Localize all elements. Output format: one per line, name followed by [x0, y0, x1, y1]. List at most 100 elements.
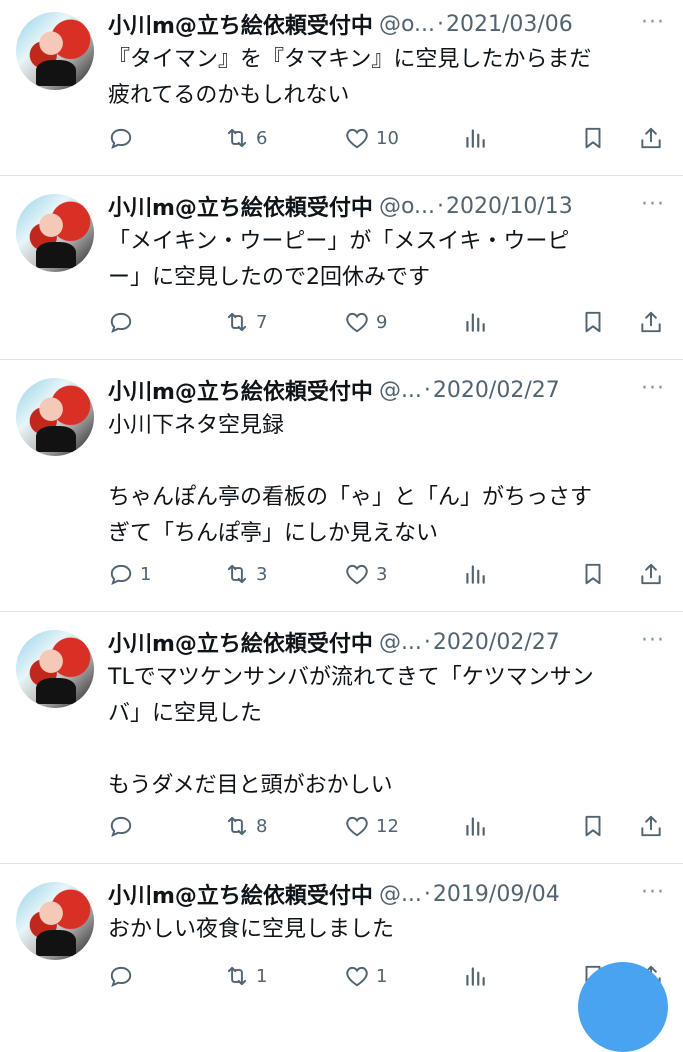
reply-count: 1: [140, 563, 152, 585]
retweet-icon: [227, 966, 247, 986]
retweet-icon: [227, 128, 247, 148]
user-handle[interactable]: @...: [379, 378, 422, 403]
retweet-icon: [227, 816, 247, 836]
share-icon: [641, 815, 661, 837]
retweet-icon: [227, 564, 247, 584]
bookmark-button[interactable]: [580, 558, 606, 590]
share-icon: [641, 563, 661, 585]
like-count: 1: [376, 965, 388, 987]
tweet-date[interactable]: 2020/02/27: [433, 378, 560, 403]
reply-icon: [110, 966, 132, 988]
like-button[interactable]: 12: [344, 810, 399, 842]
action-bar: 6 10: [108, 122, 668, 154]
avatar[interactable]: [16, 12, 94, 90]
like-button[interactable]: 3: [344, 558, 387, 590]
avatar[interactable]: [16, 378, 94, 456]
retweet-button[interactable]: 3: [224, 558, 267, 590]
like-count: 3: [376, 563, 388, 585]
tweet[interactable]: 小川m@立ち絵依頼受付中 @o...·2020/10/13 ··· 「メイキン・ウ…: [0, 176, 683, 360]
more-options-icon[interactable]: ···: [641, 192, 665, 217]
retweet-count: 6: [256, 127, 268, 149]
bookmark-icon: [585, 815, 601, 837]
reply-button[interactable]: [108, 306, 140, 338]
share-icon: [641, 127, 661, 149]
separator: ·: [423, 629, 431, 655]
display-name[interactable]: 小川m@立ち絵依頼受付中: [108, 626, 373, 658]
like-count: 12: [376, 815, 399, 837]
tweet[interactable]: 小川m@立ち絵依頼受付中 @...·2020/02/27 ··· 小川下ネタ空見録…: [0, 360, 683, 612]
reply-icon: [110, 312, 132, 334]
reply-button[interactable]: [108, 122, 140, 154]
more-options-icon[interactable]: ···: [641, 10, 665, 35]
tweet-date[interactable]: 2020/02/27: [433, 630, 560, 655]
views-button[interactable]: [462, 558, 488, 590]
share-button[interactable]: [638, 810, 664, 842]
tweet-date[interactable]: 2020/10/13: [446, 194, 573, 219]
bookmark-icon: [585, 127, 601, 149]
like-button[interactable]: 10: [344, 122, 399, 154]
tweet-text: 「メイキン・ウーピー」が「メスイキ・ウーピ ー」に空見したので2回休みです: [108, 229, 570, 290]
display-name[interactable]: 小川m@立ち絵依頼受付中: [108, 190, 373, 222]
retweet-button[interactable]: 8: [224, 810, 267, 842]
views-icon: [466, 313, 485, 332]
avatar[interactable]: [16, 630, 94, 708]
like-button[interactable]: 1: [344, 960, 387, 992]
compose-button[interactable]: [578, 962, 668, 1052]
retweet-count: 1: [256, 965, 268, 987]
tweet-header: 小川m@立ち絵依頼受付中 @o...·2021/03/06: [108, 8, 668, 40]
share-button[interactable]: [638, 122, 664, 154]
user-handle[interactable]: @o...: [379, 194, 435, 219]
user-handle[interactable]: @...: [379, 630, 422, 655]
views-button[interactable]: [462, 960, 488, 992]
bookmark-button[interactable]: [580, 810, 606, 842]
retweet-button[interactable]: 6: [224, 122, 267, 154]
bookmark-icon: [585, 563, 601, 585]
retweet-button[interactable]: 1: [224, 960, 267, 992]
like-icon: [346, 966, 368, 987]
tweet-date[interactable]: 2019/09/04: [433, 882, 560, 907]
reply-icon: [110, 128, 132, 150]
display-name[interactable]: 小川m@立ち絵依頼受付中: [108, 8, 373, 40]
reply-button[interactable]: [108, 810, 140, 842]
user-handle[interactable]: @o...: [379, 12, 435, 37]
like-icon: [346, 312, 368, 333]
action-bar: 8 12: [108, 810, 668, 842]
tweet[interactable]: 小川m@立ち絵依頼受付中 @o...·2021/03/06 ··· 『タイマン』を…: [0, 0, 683, 176]
tweet-date[interactable]: 2021/03/06: [446, 12, 573, 37]
retweet-count: 3: [256, 563, 268, 585]
like-button[interactable]: 9: [344, 306, 387, 338]
retweet-button[interactable]: 7: [224, 306, 267, 338]
bookmark-button[interactable]: [580, 306, 606, 338]
avatar[interactable]: [16, 882, 94, 960]
more-options-icon[interactable]: ···: [641, 880, 665, 905]
share-button[interactable]: [638, 558, 664, 590]
views-button[interactable]: [462, 306, 488, 338]
user-handle[interactable]: @...: [379, 882, 422, 907]
action-bar: 7 9: [108, 306, 668, 338]
separator: ·: [423, 377, 431, 403]
retweet-count: 7: [256, 311, 268, 333]
retweet-icon: [227, 312, 247, 332]
display-name[interactable]: 小川m@立ち絵依頼受付中: [108, 878, 373, 910]
separator: ·: [437, 11, 444, 37]
views-button[interactable]: [462, 122, 488, 154]
reply-icon: [110, 564, 132, 586]
more-options-icon[interactable]: ···: [641, 628, 665, 653]
views-button[interactable]: [462, 810, 488, 842]
like-icon: [346, 128, 368, 149]
reply-button[interactable]: [108, 960, 140, 992]
separator: ·: [423, 881, 431, 907]
avatar[interactable]: [16, 194, 94, 272]
tweet-text: おかしい夜食に空見しました: [108, 917, 395, 942]
share-button[interactable]: [638, 306, 664, 338]
reply-button[interactable]: 1: [108, 558, 151, 590]
more-options-icon[interactable]: ···: [641, 376, 665, 401]
action-bar: 1 3 3: [108, 558, 668, 590]
like-count: 9: [376, 311, 388, 333]
views-icon: [466, 967, 485, 986]
views-icon: [466, 817, 485, 836]
tweet[interactable]: 小川m@立ち絵依頼受付中 @...·2019/09/04 ··· おかしい夜食に空…: [0, 864, 683, 1000]
display-name[interactable]: 小川m@立ち絵依頼受付中: [108, 374, 373, 406]
tweet[interactable]: 小川m@立ち絵依頼受付中 @...·2020/02/27 ··· TLでマツケンサ…: [0, 612, 683, 864]
bookmark-button[interactable]: [580, 122, 606, 154]
